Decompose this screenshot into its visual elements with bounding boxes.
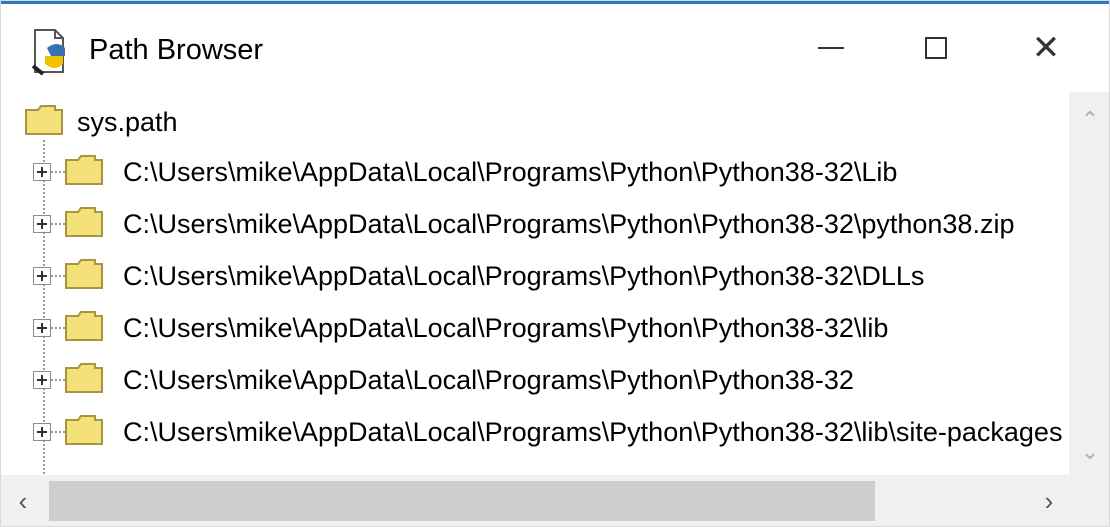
tree-connector [51,171,65,173]
window-title: Path Browser [89,34,264,66]
tree-item-python38-32[interactable]: C:\Users\mike\AppData\Local\Programs\Pyt… [33,358,854,402]
maximize-icon [925,37,947,59]
folder-icon [65,414,103,450]
horizontal-scroll-thumb[interactable] [49,481,875,521]
scroll-left-button[interactable]: ‹ [1,475,45,526]
chevron-right-icon: › [1044,486,1054,516]
horizontal-scrollbar[interactable]: ‹ › [1,475,1109,526]
folder-icon [25,104,63,140]
tree-connector [51,275,65,277]
expand-icon[interactable] [33,319,51,337]
tree-connector [51,379,65,381]
chevron-down-icon: ⌄ [1080,439,1100,464]
chevron-left-icon: ‹ [18,486,28,516]
tree-item-label: C:\Users\mike\AppData\Local\Programs\Pyt… [123,260,925,291]
folder-icon [65,154,103,190]
tree-item-label: C:\Users\mike\AppData\Local\Programs\Pyt… [123,312,889,343]
tree-connector [51,223,65,225]
folder-icon [65,258,103,294]
folder-icon [65,362,103,398]
tree-item-site-packages[interactable]: C:\Users\mike\AppData\Local\Programs\Pyt… [33,410,1062,454]
minimize-button[interactable] [791,4,871,92]
tree-item-label: C:\Users\mike\AppData\Local\Programs\Pyt… [123,416,1063,447]
path-tree: sys.path C:\Users\mike\AppData\Local\Pro… [1,92,1069,475]
tree-item-label: C:\Users\mike\AppData\Local\Programs\Pyt… [123,364,854,395]
tree-item-python38-zip[interactable]: C:\Users\mike\AppData\Local\Programs\Pyt… [33,202,1014,246]
expand-icon[interactable] [33,163,51,181]
folder-icon [65,206,103,242]
python-idle-icon [29,26,73,76]
expand-icon[interactable] [33,215,51,233]
close-button[interactable]: ✕ [1006,4,1086,92]
expand-icon[interactable] [33,371,51,389]
path-browser-window: Path Browser ✕ sys.path C:\Users\mike\Ap… [0,0,1110,527]
scroll-down-button[interactable]: ⌄ [1069,432,1109,472]
scroll-right-button[interactable]: › [1027,475,1071,526]
maximize-button[interactable] [896,4,976,92]
close-icon: ✕ [1031,28,1061,68]
tree-item-lib[interactable]: C:\Users\mike\AppData\Local\Programs\Pyt… [33,150,897,194]
tree-item-dlls[interactable]: C:\Users\mike\AppData\Local\Programs\Pyt… [33,254,924,298]
tree-item-lib-lower[interactable]: C:\Users\mike\AppData\Local\Programs\Pyt… [33,306,888,350]
scroll-up-button[interactable]: ⌃ [1069,100,1109,140]
tree-root-sys-path[interactable]: sys.path [25,100,178,144]
chevron-up-icon: ⌃ [1080,107,1100,132]
tree-connector [51,327,65,329]
tree-item-label: C:\Users\mike\AppData\Local\Programs\Pyt… [123,156,898,187]
minimize-icon [818,47,844,49]
tree-connector [51,431,65,433]
tree-item-label: C:\Users\mike\AppData\Local\Programs\Pyt… [123,208,1015,239]
tree-root-label: sys.path [77,106,178,137]
folder-icon [65,310,103,346]
vertical-scrollbar[interactable]: ⌃ ⌄ [1069,92,1109,475]
expand-icon[interactable] [33,267,51,285]
expand-icon[interactable] [33,423,51,441]
